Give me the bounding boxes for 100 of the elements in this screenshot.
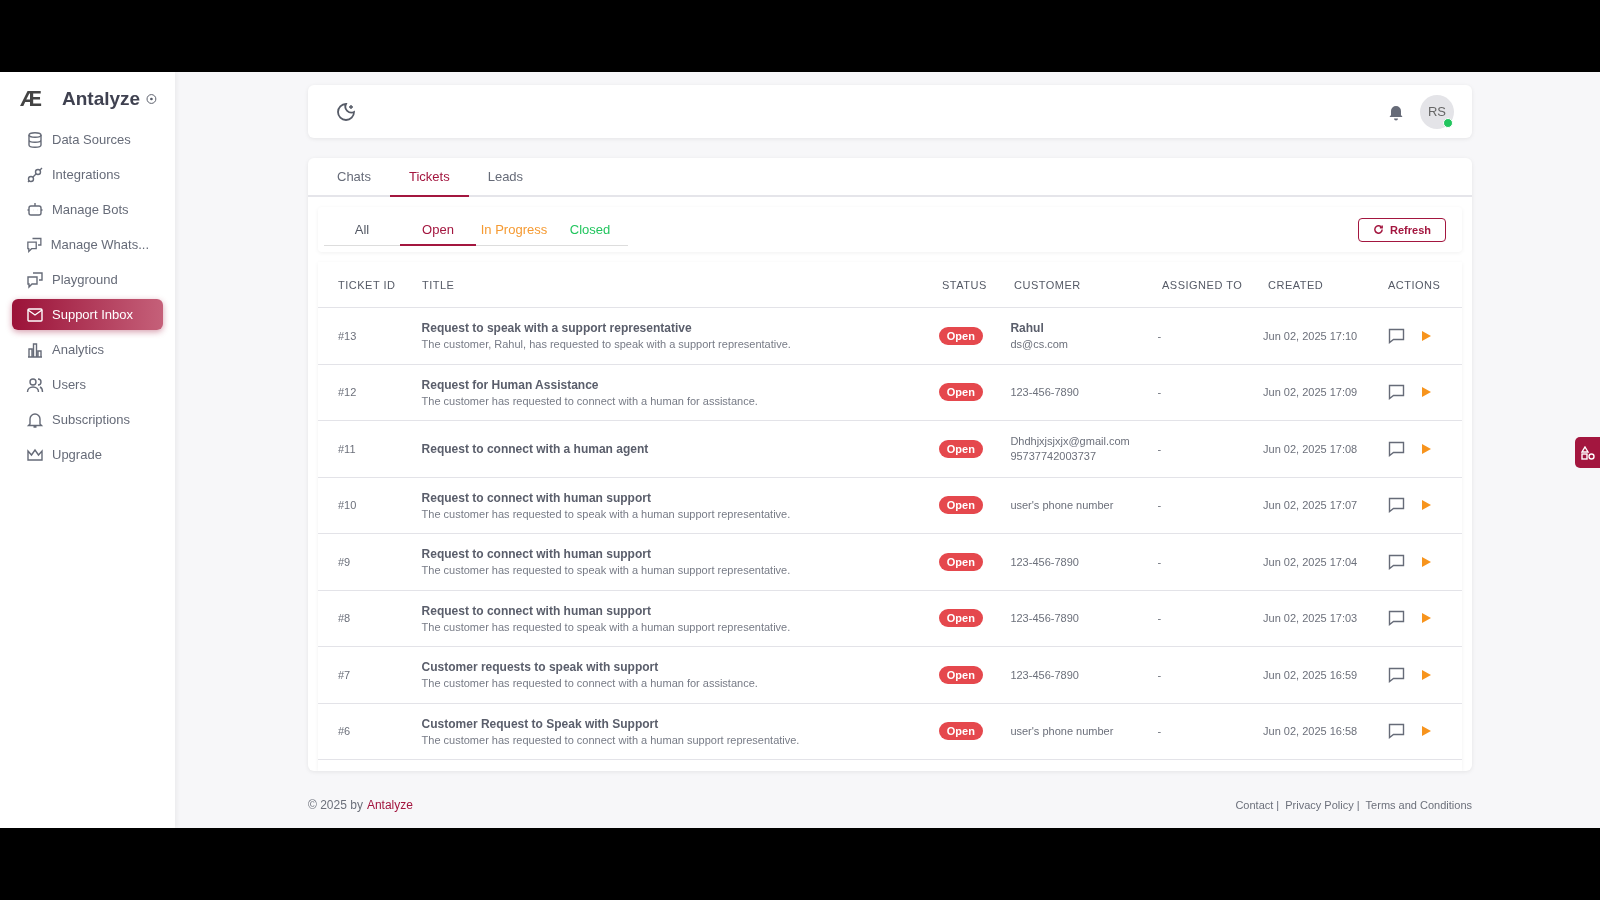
ticket-description: The customer has requested to connect with a human for assistance. (421, 677, 759, 690)
chat-icon[interactable] (1388, 440, 1406, 457)
filter-tab[interactable]: All (324, 213, 400, 246)
filter-tab[interactable]: Open (400, 213, 476, 246)
customer-contact: 123-456-7890 (1010, 668, 1080, 681)
chat-icon[interactable] (1388, 497, 1406, 514)
customer-contact: user's phone number (1010, 725, 1115, 738)
created-date: Jun 02, 2025 17:08 (1263, 442, 1359, 455)
tab[interactable]: Tickets (389, 158, 469, 197)
chat-icon[interactable] (1388, 384, 1406, 401)
column-header: ACTIONS (1388, 278, 1442, 291)
ticket-id: #12 (338, 386, 358, 399)
sidebar-item[interactable]: Playground (12, 264, 163, 295)
tab[interactable]: Chats (318, 158, 390, 197)
sidebar-item[interactable]: Data Sources (12, 124, 163, 155)
customer-contact: ds@cs.com (1010, 338, 1069, 351)
customer-contact: Dhdhjxjsjxjx@gmail.com (1010, 435, 1131, 448)
users-icon (26, 375, 44, 394)
copyright-text: © 2025 by (308, 798, 363, 813)
status-badge: Open (938, 552, 983, 571)
created-date: Jun 02, 2025 17:09 (1263, 386, 1359, 399)
sidebar-item[interactable]: Manage Whats... (12, 229, 163, 260)
customer-name: Rahul (1010, 321, 1045, 336)
chat-icon[interactable] (1388, 327, 1406, 344)
ticket-id: #8 (338, 612, 352, 625)
ticket-title: Request to connect with human support (421, 603, 652, 618)
tab[interactable]: Leads (468, 158, 543, 197)
ticket-description: The customer has requested to connect with a human support representative. (421, 733, 801, 746)
refresh-icon (1373, 224, 1385, 235)
status-badge: Open (938, 722, 983, 741)
ticket-id: #6 (338, 725, 352, 738)
created-date: Jun 02, 2025 16:58 (1263, 725, 1359, 738)
sidebar-item[interactable]: Analytics (12, 334, 163, 365)
footer-link[interactable]: Terms and Conditions (1365, 799, 1472, 812)
brand-name: Antalyze (62, 88, 141, 110)
created-date: Jun 02, 2025 17:07 (1263, 499, 1359, 512)
customer-contact: 123-456-7890 (1010, 386, 1080, 399)
ticket-id: #13 (338, 329, 358, 342)
footer-link[interactable]: Contact | (1235, 799, 1280, 812)
robot-icon (26, 200, 44, 219)
sidebar-item[interactable]: Integrations (12, 159, 163, 190)
assigned-to: - (1157, 555, 1163, 568)
chat-bubbles-icon (26, 235, 43, 254)
ticket-id: #10 (338, 499, 358, 512)
feedback-tab[interactable] (1575, 437, 1600, 468)
column-header: CUSTOMER (1014, 278, 1082, 291)
chat-icon[interactable] (1388, 723, 1406, 740)
sidebar-item[interactable]: Support Inbox (12, 299, 163, 330)
column-header: STATUS (942, 278, 988, 291)
ticket-id: #9 (338, 555, 352, 568)
status-badge: Open (938, 496, 983, 515)
customer-contact: 95737742003737 (1010, 450, 1098, 463)
status-badge: Open (938, 665, 983, 684)
assigned-to: - (1157, 442, 1163, 455)
ticket-title: Request to connect with a human agent (421, 441, 650, 456)
chat-icon[interactable] (1388, 666, 1406, 683)
assigned-to: - (1157, 329, 1163, 342)
ticket-description: The customer has requested to speak with a human support representative. (421, 507, 792, 520)
ticket-id: #11 (338, 442, 357, 455)
column-header: ASSIGNED TO (1162, 278, 1244, 291)
ticket-description: The customer has requested to connect with a human for assistance. (421, 394, 759, 407)
database-icon (26, 130, 44, 149)
chat-bubbles-icon (26, 270, 44, 289)
envelope-icon (26, 305, 44, 324)
sidebar-item[interactable]: Users (12, 369, 163, 400)
moon-icon[interactable] (336, 101, 356, 122)
assigned-to: - (1157, 499, 1163, 512)
column-header: CREATED (1268, 278, 1325, 291)
customer-contact: 123-456-7890 (1010, 612, 1080, 625)
ticket-title: Request for Human Assistance (421, 377, 600, 392)
ticket-description: The customer, Rahul, has requested to speak with a support representative. (421, 338, 792, 351)
bell-icon (26, 410, 44, 429)
chat-icon[interactable] (1388, 553, 1406, 570)
ticket-title: Request to speak with a support representative (421, 321, 693, 336)
ticket-title: Customer requests to speak with support (421, 660, 660, 675)
ticket-description: The customer has requested to speak with a human support representative. (421, 564, 792, 577)
sidebar-item[interactable]: Subscriptions (12, 404, 163, 435)
status-badge: Open (938, 609, 983, 628)
sidebar-item[interactable]: Upgrade (12, 439, 163, 470)
sidebar-item[interactable]: Manage Bots (12, 194, 163, 225)
refresh-button[interactable]: Refresh (1358, 217, 1446, 242)
brand-link[interactable]: Antalyze (366, 798, 413, 813)
customer-contact: user's phone number (1010, 499, 1115, 512)
created-date: Jun 02, 2025 16:59 (1263, 668, 1359, 681)
ticket-title: Request to connect with human support (421, 547, 652, 562)
plug-icon (26, 165, 44, 184)
chat-icon[interactable] (1388, 610, 1406, 627)
created-date: Jun 02, 2025 17:10 (1263, 329, 1359, 342)
footer-link[interactable]: Privacy Policy | (1285, 799, 1360, 812)
assigned-to: - (1157, 612, 1163, 625)
assigned-to: - (1157, 725, 1163, 738)
created-date: Jun 02, 2025 17:04 (1263, 555, 1359, 568)
created-date: Jun 02, 2025 17:03 (1263, 612, 1359, 625)
assigned-to: - (1157, 668, 1163, 681)
ticket-title: Customer Request to Speak with Support (421, 716, 660, 731)
logo-mark: Æ (20, 86, 40, 112)
bar-chart-icon (26, 340, 44, 359)
target-icon[interactable] (146, 91, 157, 107)
user-avatar[interactable]: RS (1420, 94, 1454, 129)
column-header: TITLE (422, 278, 456, 291)
